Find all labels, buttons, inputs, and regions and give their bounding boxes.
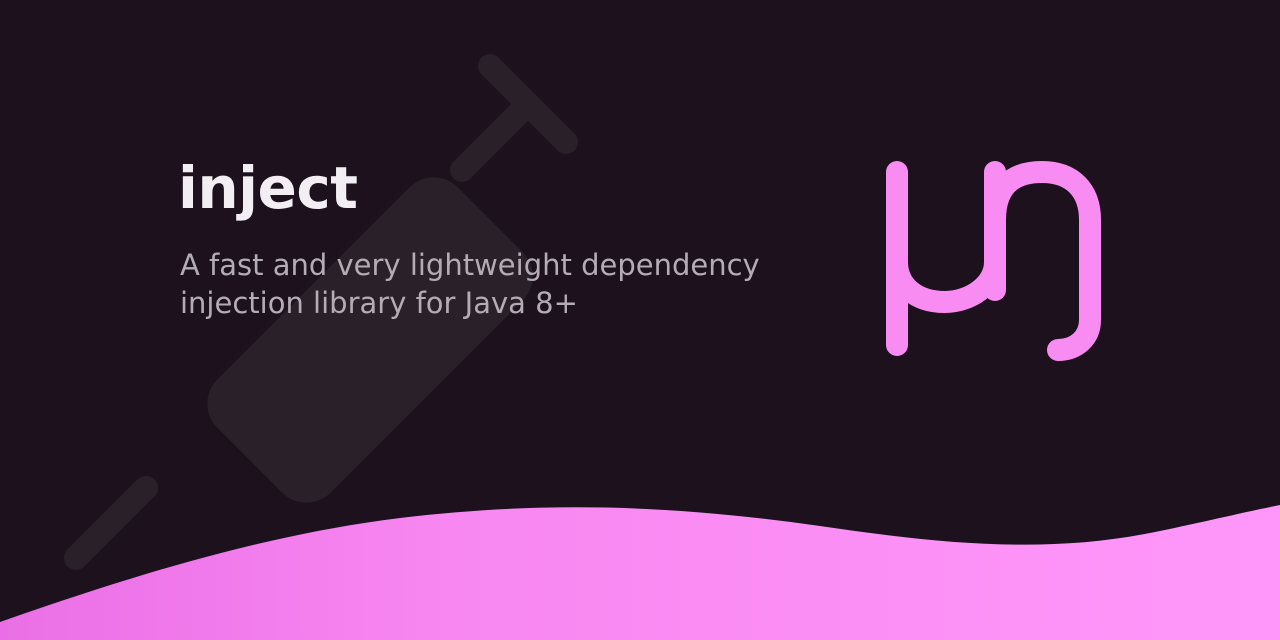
- project-banner: inject A fast and very lightweight depen…: [0, 0, 1280, 640]
- bottom-wave-decoration: [0, 505, 1280, 640]
